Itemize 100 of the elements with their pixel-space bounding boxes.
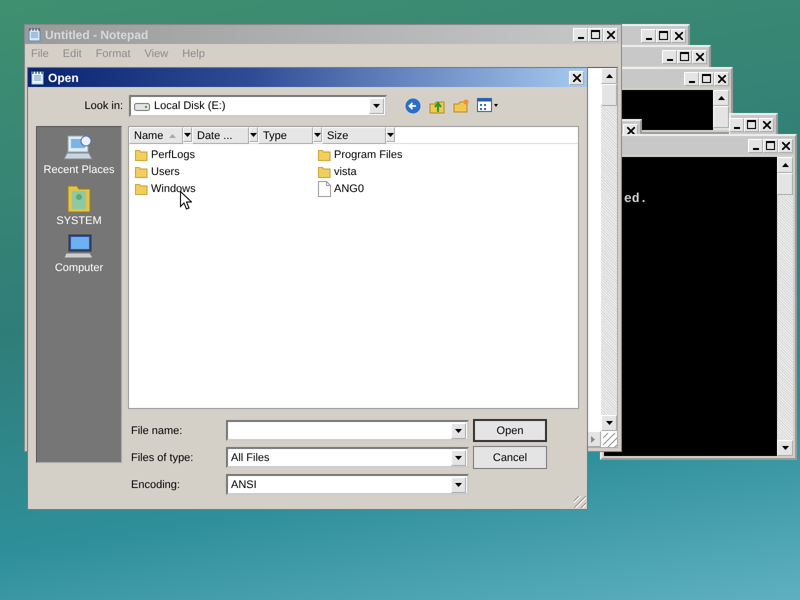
scrollbar[interactable]	[601, 68, 617, 431]
close-button[interactable]	[671, 28, 686, 42]
down-arrow-icon	[373, 104, 380, 108]
window-title: Untitled - Notepad	[45, 28, 148, 42]
maximize-icon	[659, 31, 668, 40]
maximize-button[interactable]	[763, 138, 778, 152]
notepad-icon	[31, 70, 44, 84]
console-text: ed.	[624, 191, 648, 206]
places-item[interactable]: Recent Places	[37, 133, 121, 176]
close-icon	[696, 52, 704, 60]
column-dropdown-button[interactable]	[386, 127, 395, 142]
scrollbar[interactable]	[777, 157, 793, 456]
folder-icon	[135, 148, 148, 161]
close-icon	[572, 74, 580, 82]
column-header[interactable]: Name	[129, 127, 183, 144]
down-arrow-icon	[314, 132, 321, 136]
cancel-button[interactable]: Cancel	[473, 446, 547, 469]
minimize-icon	[688, 80, 694, 82]
close-button[interactable]	[569, 70, 584, 84]
resize-grip[interactable]	[603, 433, 617, 447]
view-menu-button[interactable]	[475, 98, 501, 114]
file-list-item[interactable]: PerfLogs	[135, 146, 196, 163]
minimize-button[interactable]	[662, 50, 677, 64]
open-button[interactable]: Open	[473, 419, 547, 442]
maximize-button[interactable]	[656, 28, 671, 42]
down-arrow-icon	[455, 428, 462, 432]
close-button[interactable]	[778, 138, 793, 152]
dropdown[interactable]: ANSI	[226, 474, 469, 495]
file-list-item[interactable]: Users	[135, 163, 180, 180]
maximize-icon	[766, 141, 775, 150]
right-arrow-icon	[591, 436, 595, 442]
folder-icon	[135, 182, 148, 195]
field-label: Files of type:	[131, 452, 194, 464]
close-icon	[626, 126, 634, 134]
close-icon	[674, 32, 682, 40]
down-arrow-icon	[455, 456, 462, 460]
maximize-icon	[702, 74, 711, 83]
minimize-icon	[578, 36, 584, 38]
close-icon	[606, 30, 614, 38]
minimize-button[interactable]	[641, 28, 656, 42]
file-list-item[interactable]: Program Files	[318, 146, 402, 163]
down-arrow-icon	[782, 446, 788, 450]
sort-arrow-icon	[169, 134, 176, 138]
maximize-icon	[591, 30, 600, 39]
close-button[interactable]	[692, 50, 707, 64]
maximize-button[interactable]	[677, 50, 692, 64]
maximize-button[interactable]	[699, 72, 714, 86]
minimize-button[interactable]	[748, 138, 763, 152]
resize-grip[interactable]	[574, 496, 586, 508]
minimize-icon	[752, 148, 758, 150]
look-in-dropdown[interactable]: Local Disk (E:)	[129, 95, 387, 117]
scrollbar[interactable]	[713, 90, 729, 130]
file-list-item[interactable]: vista	[318, 163, 357, 180]
field-label: Encoding:	[131, 478, 181, 490]
close-button[interactable]	[714, 72, 729, 86]
scrollbar-thumb[interactable]	[777, 173, 793, 195]
close-icon	[782, 142, 790, 150]
down-arrow-icon	[455, 482, 462, 486]
look-in-label: Look in:	[83, 100, 123, 112]
close-button[interactable]	[759, 118, 774, 132]
places-item[interactable]: SYSTEM	[37, 182, 121, 227]
scrollbar-thumb[interactable]	[713, 106, 729, 128]
minimize-button[interactable]	[729, 118, 744, 132]
folder-icon	[318, 165, 331, 178]
column-header[interactable]: Size	[322, 127, 386, 144]
folder-icon	[318, 148, 331, 161]
scrollbar-thumb[interactable]	[601, 84, 617, 106]
down-arrow-icon	[250, 132, 257, 136]
minimize-icon	[666, 58, 672, 60]
mouse-pointer-icon	[180, 191, 192, 210]
maximize-button[interactable]	[744, 118, 759, 132]
close-icon	[762, 120, 770, 128]
document-icon	[318, 180, 331, 196]
back-button[interactable]	[403, 98, 423, 114]
minimize-icon	[734, 126, 740, 128]
close-icon	[718, 74, 726, 82]
file-list-item[interactable]: Windows	[135, 180, 196, 197]
dropdown[interactable]: All Files	[226, 447, 469, 468]
down-arrow-icon	[184, 132, 191, 136]
minimize-icon	[646, 38, 652, 40]
column-header[interactable]: Type	[258, 127, 313, 144]
up-arrow-icon	[718, 96, 724, 100]
maximize-icon	[680, 52, 689, 61]
up-arrow-icon	[606, 74, 612, 78]
file-list-item[interactable]: ANG0	[318, 180, 364, 197]
column-dropdown-button[interactable]	[249, 127, 258, 142]
file-name-field[interactable]	[226, 420, 469, 441]
column-dropdown-button[interactable]	[183, 127, 192, 142]
field-label: File name:	[131, 424, 184, 436]
drive-icon	[134, 101, 150, 111]
maximize-icon	[747, 120, 756, 129]
column-dropdown-button[interactable]	[313, 127, 322, 142]
notepad-icon	[28, 28, 41, 42]
places-item[interactable]: Computer	[37, 233, 121, 274]
folder-icon	[135, 165, 148, 178]
dialog-title: Open	[48, 70, 79, 84]
up-arrow-icon	[782, 163, 788, 167]
column-header[interactable]: Date ...	[192, 127, 249, 144]
minimize-button[interactable]	[684, 72, 699, 86]
down-arrow-icon	[606, 421, 612, 425]
